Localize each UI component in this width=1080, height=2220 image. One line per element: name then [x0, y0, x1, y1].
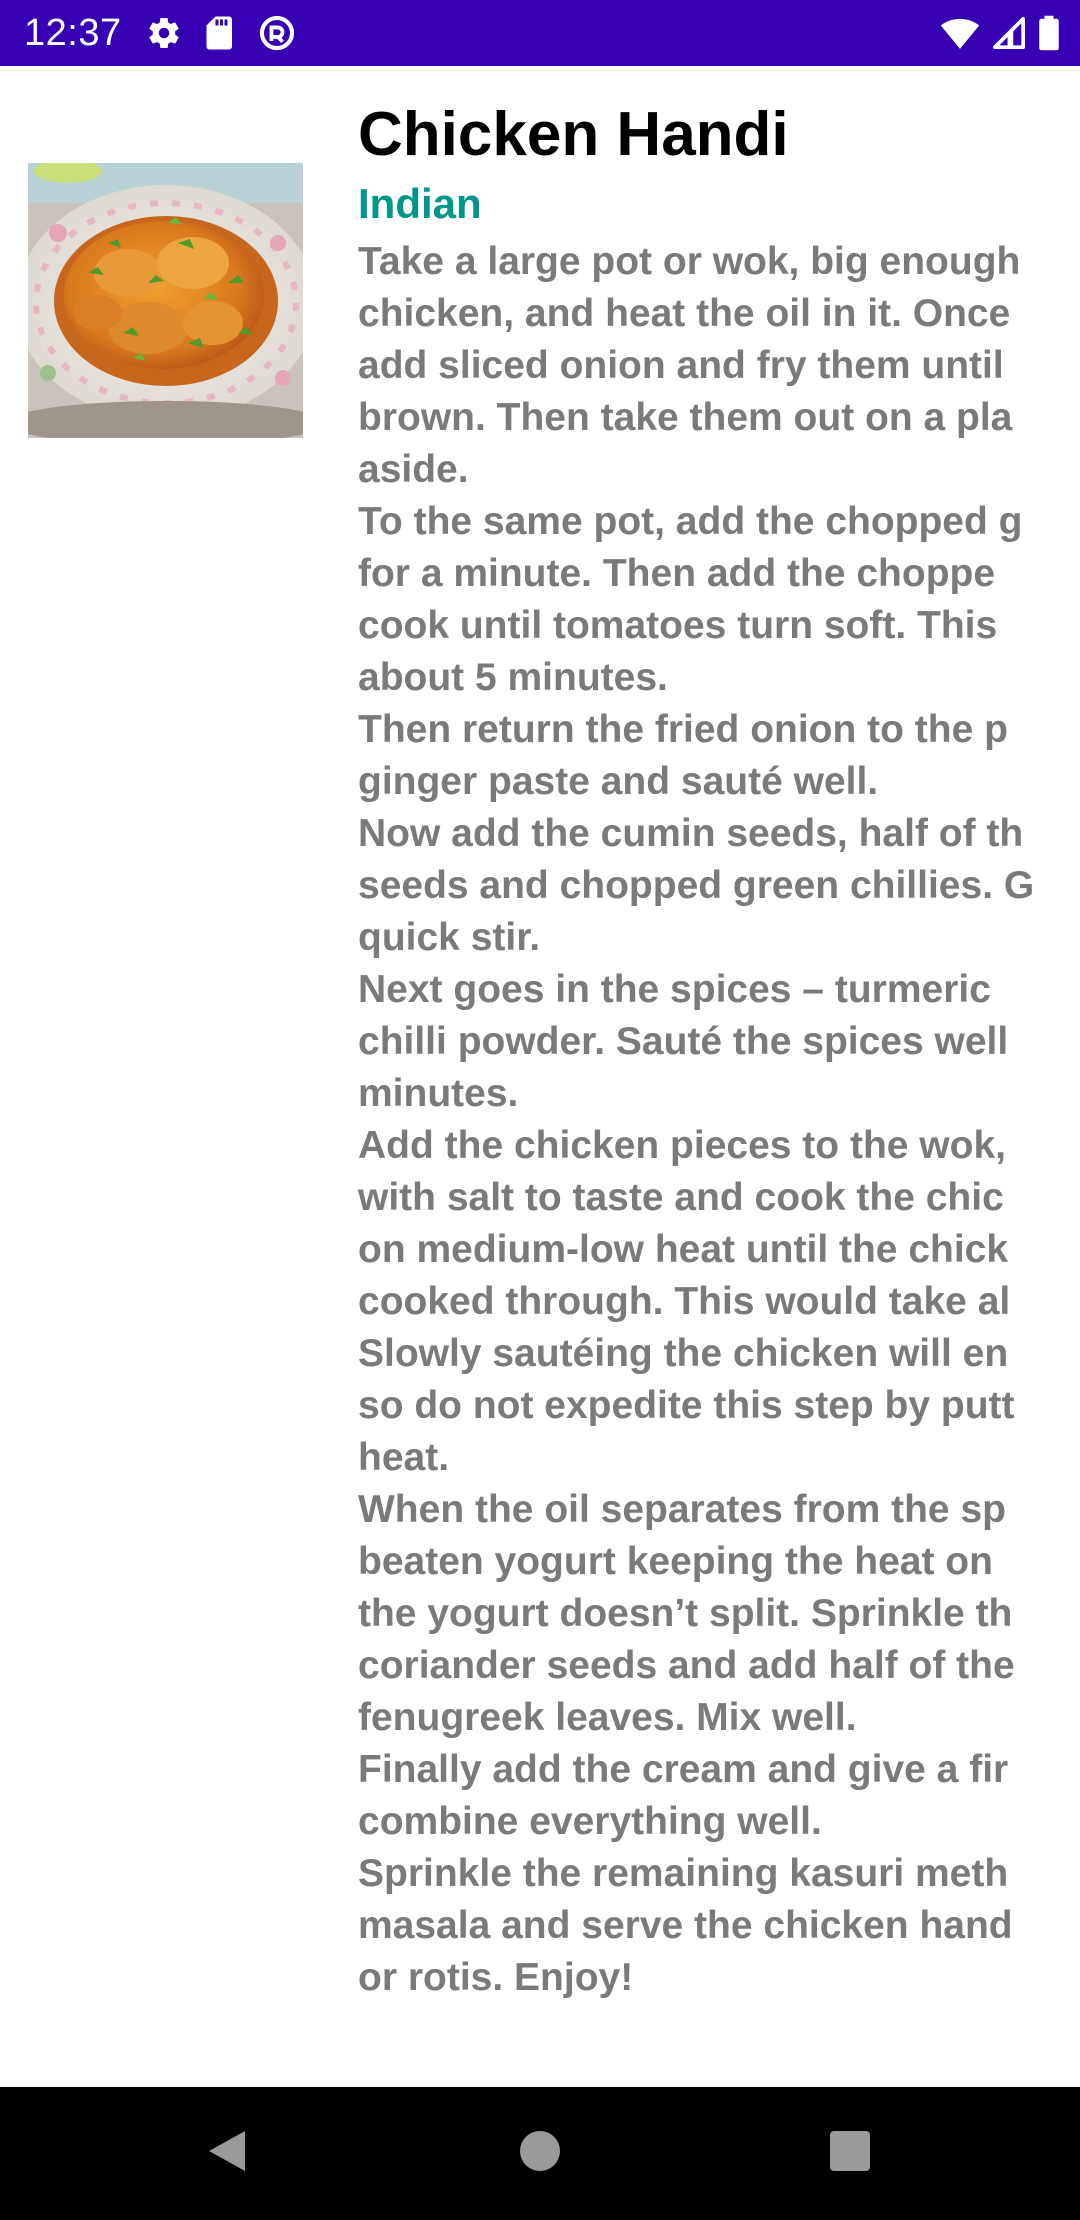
instruction-line: Slowly sautéing the chicken will en: [358, 1332, 1009, 1375]
instruction-line: add sliced onion and fry them until: [358, 344, 1004, 387]
sd-card-icon: [204, 15, 236, 51]
instruction-line: chilli powder. Sauté the spices well: [358, 1020, 1009, 1063]
instruction-line: on medium-low heat until the chick: [358, 1228, 1009, 1271]
instruction-line: heat.: [358, 1436, 450, 1479]
back-button[interactable]: [147, 2087, 307, 2220]
instruction-line: masala and serve the chicken hand: [358, 1904, 1013, 1947]
instruction-line: Finally add the cream and give a fir: [358, 1748, 1009, 1791]
recipe-cuisine: Indian: [358, 180, 482, 227]
instruction-line: Now add the cumin seeds, half of th: [358, 812, 1024, 855]
instruction-line: Add the chicken pieces to the wok,: [358, 1124, 1006, 1167]
instruction-line: aside.: [358, 448, 469, 491]
navigation-bar: [0, 2087, 1080, 2220]
instruction-line: with salt to taste and cook the chic: [358, 1176, 1004, 1219]
instruction-line: the yogurt doesn’t split. Sprinkle th: [358, 1592, 1013, 1635]
wifi-icon: [940, 16, 980, 50]
instruction-line: Sprinkle the remaining kasuri meth: [358, 1852, 1009, 1895]
recipe-title: Chicken Handi: [358, 100, 789, 169]
instruction-line: cook until tomatoes turn soft. This: [358, 604, 998, 647]
home-icon: [518, 2129, 562, 2178]
instruction-line: Then return the fried onion to the p: [358, 708, 1008, 751]
home-button[interactable]: [460, 2087, 620, 2220]
status-icons-left: [146, 13, 296, 53]
instruction-line: combine everything well.: [358, 1800, 822, 1843]
back-icon: [205, 2127, 249, 2180]
vpn-icon: [258, 14, 296, 52]
app-screen: 12:37 Chicken Handi Indian Take a large …: [0, 0, 1080, 2220]
instruction-line: about 5 minutes.: [358, 656, 668, 699]
instruction-line: chicken, and heat the oil in it. Once: [358, 292, 1011, 335]
settings-icon: [146, 15, 182, 51]
instruction-line: cooked through. This would take al: [358, 1280, 1011, 1323]
instruction-line: ginger paste and sauté well.: [358, 760, 879, 803]
instruction-line: brown. Then take them out on a pla: [358, 396, 1013, 439]
instruction-line: or rotis. Enjoy!: [358, 1956, 634, 1999]
status-time: 12:37: [24, 12, 122, 54]
recipe-instructions: Take a large pot or wok, big enough chic…: [358, 236, 1052, 2004]
instruction-line: minutes.: [358, 1072, 519, 1115]
instruction-line: beaten yogurt keeping the heat on: [358, 1540, 993, 1583]
battery-icon: [1038, 15, 1060, 51]
status-icons-right: [940, 13, 1060, 53]
instruction-line: quick stir.: [358, 916, 541, 959]
cell-signal-icon: [992, 16, 1026, 50]
instruction-line: When the oil separates from the sp: [358, 1488, 1006, 1531]
instruction-line: for a minute. Then add the choppe: [358, 552, 996, 595]
instruction-line: To the same pot, add the chopped g: [358, 500, 1023, 543]
recipe-image: [28, 163, 303, 438]
instruction-line: coriander seeds and add half of the: [358, 1644, 1015, 1687]
instruction-line: Take a large pot or wok, big enough: [358, 240, 1021, 283]
recipe-detail: Chicken Handi Indian Take a large pot or…: [0, 66, 1080, 2087]
instruction-line: so do not expedite this step by putt: [358, 1384, 1015, 1427]
recipe-text-column: Chicken Handi Indian Take a large pot or…: [358, 96, 1052, 2004]
recents-icon: [828, 2129, 872, 2178]
status-bar: 12:37: [0, 0, 1080, 66]
instruction-line: fenugreek leaves. Mix well.: [358, 1696, 857, 1739]
recents-button[interactable]: [770, 2087, 930, 2220]
instruction-line: seeds and chopped green chillies. G: [358, 864, 1035, 907]
instruction-line: Next goes in the spices – turmeric: [358, 968, 991, 1011]
